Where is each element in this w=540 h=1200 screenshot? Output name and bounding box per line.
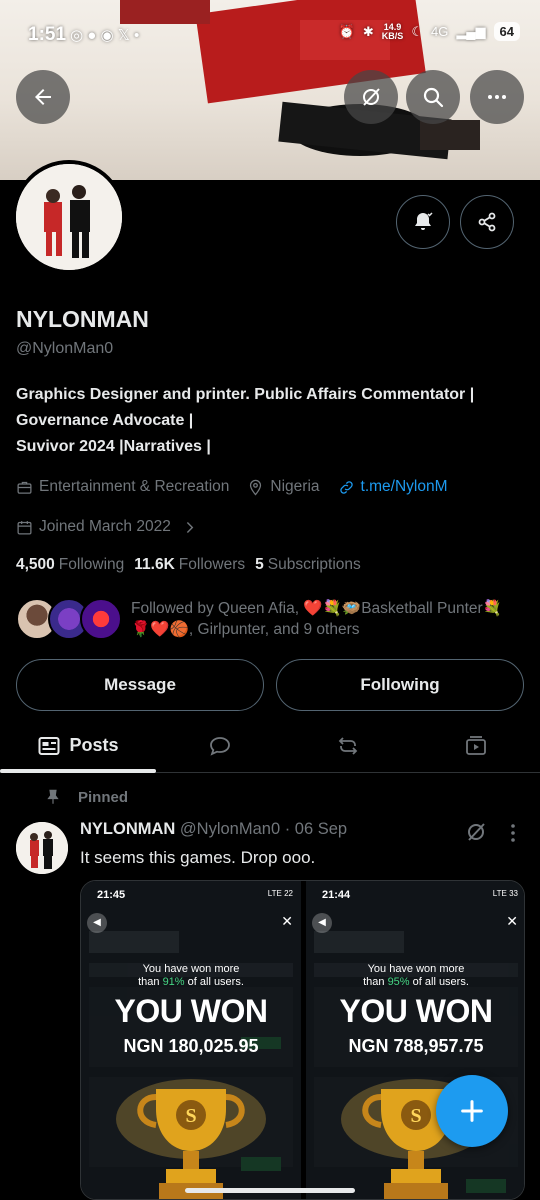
media-image[interactable]: 21:44 LTE 33 ◀ ✕ You have won more than … — [306, 881, 524, 1199]
location-pin-icon — [250, 479, 262, 496]
share-button[interactable] — [460, 195, 514, 249]
home-indicator[interactable] — [185, 1188, 355, 1193]
post-handle-date: @NylonMan0 · 06 Sep — [179, 820, 348, 838]
post-media[interactable]: 21:45 LTE 22 ◀ ✕ You have won more than … — [80, 880, 525, 1200]
followers-stat[interactable]: 11.6K Followers — [134, 556, 245, 574]
following-button[interactable]: Following — [276, 659, 524, 711]
post-header: NYLONMAN @NylonMan0 · 06 Sep — [80, 820, 347, 839]
battery-indicator: 64 — [493, 22, 520, 41]
trophy-icon: S — [116, 1079, 266, 1199]
tab-posts[interactable]: Posts — [0, 718, 156, 773]
signal-icon: ▂▄▆ — [456, 23, 486, 39]
profile-stats: 4,500 Following 11.6K Followers 5 Subscript… — [16, 556, 361, 574]
tab-reposts[interactable] — [308, 718, 388, 773]
more-options-button[interactable] — [470, 70, 524, 124]
back-button[interactable] — [16, 70, 70, 124]
network-type: 4G — [430, 24, 449, 39]
chevron-right-icon — [186, 521, 194, 533]
shot-status: LTE 22 — [267, 889, 293, 898]
avatar-photo — [16, 164, 122, 270]
bluetooth-icon: ✱ — [362, 23, 374, 39]
shot-status: LTE 33 — [492, 889, 518, 898]
won-amount: NGN 180,025.95 — [123, 1036, 259, 1056]
grok-icon[interactable] — [464, 820, 488, 844]
svg-text:S: S — [185, 1105, 196, 1127]
profile-meta-row: Entertainment & Recreation Nigeria t.me/… — [16, 476, 448, 498]
won-amount: NGN 788,957.75 — [348, 1036, 484, 1056]
profile-category: Entertainment & Recreation — [39, 478, 230, 495]
grok-icon — [363, 88, 380, 106]
avatar-photo — [16, 822, 68, 874]
shot-time: 21:44 — [322, 889, 351, 901]
compose-button[interactable] — [436, 1075, 508, 1147]
won-more-text: You have won more than 95% of all users. — [363, 963, 469, 988]
post-text: It seems this games. Drop ooo. — [80, 848, 316, 867]
more-vertical-icon[interactable] — [505, 822, 521, 844]
pinned-label: Pinned — [44, 788, 128, 806]
profile-tabs: Posts — [0, 718, 540, 773]
notifications-button[interactable] — [396, 195, 450, 249]
volume-icon[interactable]: ◀ — [87, 913, 107, 933]
profile-link[interactable]: t.me/NylonM — [361, 478, 448, 496]
svg-text:S: S — [410, 1105, 421, 1127]
profile-handle: @NylonMan0 — [16, 340, 114, 357]
arrow-left-icon — [35, 89, 51, 105]
pin-icon — [47, 789, 59, 804]
briefcase-icon — [17, 481, 32, 494]
you-won-headline: YOU WON — [339, 993, 493, 1029]
media-image[interactable]: 21:45 LTE 22 ◀ ✕ You have won more than … — [81, 881, 301, 1199]
network-speed: 14.9 KB/S — [381, 21, 404, 41]
search-button[interactable] — [406, 70, 460, 124]
tab-media[interactable] — [436, 718, 516, 773]
won-more-text: You have won more than 91% of all users. — [138, 963, 244, 988]
tab-posts-label: Posts — [69, 735, 119, 755]
message-button[interactable]: Message — [16, 659, 264, 711]
alarm-icon: ⏰ — [338, 23, 355, 39]
profile-name: NYLONMAN — [16, 306, 149, 332]
profile-location: Nigeria — [270, 478, 320, 495]
link-icon — [339, 480, 353, 494]
close-icon[interactable]: ✕ — [281, 913, 293, 930]
profile-bio: Graphics Designer and printer. Public Af… — [16, 382, 521, 460]
joined-date: Joined March 2022 — [39, 518, 171, 535]
profile-avatar[interactable] — [12, 160, 126, 274]
bio-line: Suvivor 2024 |Narratives | — [16, 438, 211, 455]
you-won-headline: YOU WON — [114, 993, 268, 1029]
status-time: 1:51 — [28, 24, 67, 45]
posts-icon — [38, 736, 60, 755]
bio-line: Governance Advocate | — [16, 412, 194, 429]
close-icon[interactable]: ✕ — [506, 913, 518, 930]
reply-icon — [210, 736, 230, 756]
share-icon — [478, 212, 496, 232]
followed-by[interactable]: Followed by Queen Afia, ❤️💐🪺Basketball P… — [16, 598, 526, 642]
subscriptions-stat[interactable]: 5 Subscriptions — [255, 556, 361, 574]
more-horizontal-icon — [488, 95, 506, 99]
post-author-avatar[interactable] — [16, 822, 68, 874]
followed-by-text: Followed by Queen Afia, ❤️💐🪺Basketball P… — [131, 600, 503, 638]
shot-time: 21:45 — [97, 889, 126, 901]
following-stat[interactable]: 4,500 Following — [16, 556, 124, 574]
status-bar: 1:51 ◎ ● ◉ 𝕏 • ⏰ ✱ 14.9 KB/S ☾ 4G ▂▄▆ 64 — [0, 0, 540, 60]
grok-button[interactable] — [344, 70, 398, 124]
bio-line: Graphics Designer and printer. Public Af… — [16, 386, 475, 403]
dnd-icon: ☾ — [411, 23, 423, 39]
notification-icons: ◎ ● ◉ 𝕏 • — [70, 27, 140, 44]
plus-icon — [461, 1100, 483, 1122]
volume-icon[interactable]: ◀ — [312, 913, 332, 933]
active-tab-indicator — [0, 769, 156, 773]
video-icon — [466, 735, 486, 755]
joined-row[interactable]: Joined March 2022 — [16, 516, 198, 538]
tab-replies[interactable] — [180, 718, 260, 773]
status-right: ⏰ ✱ 14.9 KB/S ☾ 4G ▂▄▆ 64 — [339, 22, 520, 41]
followed-by-avatars — [16, 598, 126, 642]
follower-avatar — [80, 598, 122, 640]
repost-icon — [338, 736, 358, 755]
calendar-icon — [17, 520, 32, 535]
search-icon — [423, 87, 444, 108]
bell-icon — [415, 212, 433, 230]
post-author-name[interactable]: NYLONMAN — [80, 820, 175, 838]
